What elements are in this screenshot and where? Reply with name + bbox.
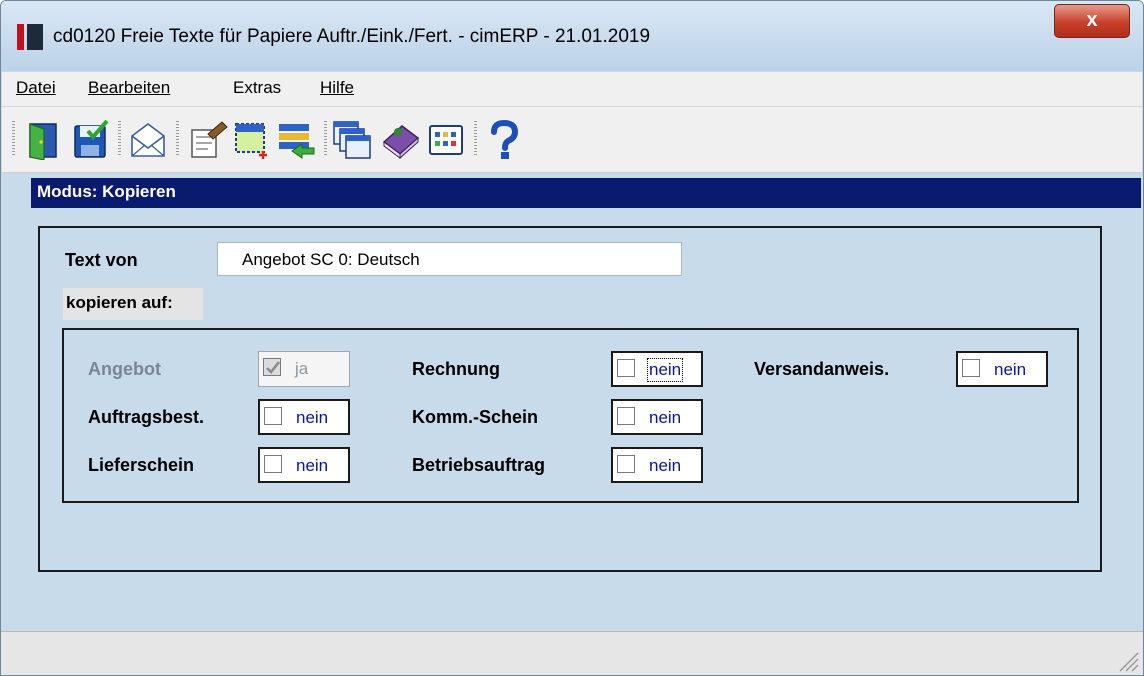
menu-hilfe[interactable]: Hilfe bbox=[320, 78, 354, 98]
book-icon[interactable] bbox=[380, 120, 420, 160]
checkbox-value: nein bbox=[296, 456, 329, 475]
text-from-value: Angebot SC 0: Deutsch bbox=[242, 250, 420, 269]
checkbox-square bbox=[617, 359, 635, 377]
mode-bar: Modus: Kopieren bbox=[31, 178, 1141, 208]
import-list-icon[interactable] bbox=[276, 120, 316, 160]
edit-notes-icon[interactable] bbox=[188, 120, 228, 160]
application-window: cd0120 Freie Texte für Papiere Auftr./Ei… bbox=[0, 0, 1144, 676]
menu-datei[interactable]: Datei bbox=[16, 78, 56, 98]
email-icon[interactable] bbox=[128, 120, 168, 160]
checkbox-value: nein bbox=[649, 408, 682, 427]
checkbox-value: nein bbox=[649, 456, 682, 475]
checkbox-square bbox=[617, 407, 635, 425]
lieferschein-label: Lieferschein bbox=[88, 455, 195, 475]
versandanweis-checkbox[interactable]: nein bbox=[956, 351, 1048, 387]
toolbar-separator bbox=[118, 121, 121, 157]
help-icon[interactable] bbox=[484, 120, 524, 160]
checkbox-square bbox=[264, 407, 282, 425]
text-from-label: Text von bbox=[65, 250, 138, 270]
close-button[interactable]: x bbox=[1054, 4, 1130, 38]
rechnung-checkbox[interactable]: nein bbox=[611, 351, 703, 387]
toolbar-grip[interactable] bbox=[12, 121, 15, 157]
checkbox-square bbox=[264, 455, 282, 473]
resize-grip-icon[interactable] bbox=[1116, 649, 1140, 673]
window-title: cd0120 Freie Texte für Papiere Auftr./Ei… bbox=[53, 26, 651, 47]
app-logo-icon bbox=[17, 24, 43, 50]
checkmark-icon bbox=[266, 361, 281, 374]
checkbox-value: nein bbox=[296, 408, 329, 427]
status-bar bbox=[1, 631, 1143, 675]
text-from-field[interactable]: Angebot SC 0: Deutsch bbox=[217, 242, 682, 276]
auftragsbest-checkbox[interactable]: nein bbox=[258, 399, 350, 435]
lieferschein-checkbox[interactable]: nein bbox=[258, 447, 350, 483]
targets-group bbox=[62, 328, 1079, 503]
checkbox-value: nein bbox=[646, 358, 684, 382]
toolbar bbox=[2, 107, 1142, 173]
menu-bearbeiten[interactable]: Bearbeiten bbox=[88, 78, 170, 98]
menu-extras[interactable]: Extras bbox=[233, 78, 281, 98]
checkbox-value: nein bbox=[994, 360, 1027, 379]
auftragsbest-label: Auftragsbest. bbox=[88, 407, 205, 427]
checkbox-square bbox=[617, 455, 635, 473]
copy-to-text: kopieren auf: bbox=[66, 293, 173, 312]
select-window-icon[interactable] bbox=[232, 120, 272, 160]
angebot-label: Angebot bbox=[88, 359, 161, 379]
copy-windows-icon[interactable] bbox=[332, 120, 372, 160]
copy-to-label: kopieren auf: bbox=[63, 288, 203, 320]
checkbox-square bbox=[962, 359, 980, 377]
rechnung-label: Rechnung bbox=[412, 359, 500, 379]
betriebsauftrag-label: Betriebsauftrag bbox=[412, 455, 546, 475]
mode-label: Modus: Kopieren bbox=[37, 182, 176, 201]
checkbox-square bbox=[263, 358, 281, 376]
angebot-checkbox[interactable]: ja bbox=[258, 351, 350, 387]
betriebsauftrag-checkbox[interactable]: nein bbox=[611, 447, 703, 483]
kommschein-label: Komm.-Schein bbox=[412, 407, 539, 427]
menu-bar: Datei Bearbeiten Extras Hilfe bbox=[2, 72, 1142, 107]
save-icon[interactable] bbox=[70, 120, 110, 160]
checkbox-value: ja bbox=[295, 359, 309, 378]
toolbar-separator bbox=[176, 121, 179, 157]
close-icon: x bbox=[1086, 9, 1098, 31]
kommschein-checkbox[interactable]: nein bbox=[611, 399, 703, 435]
grid-view-icon[interactable] bbox=[426, 120, 466, 160]
toolbar-separator bbox=[474, 121, 477, 157]
title-bar[interactable]: cd0120 Freie Texte für Papiere Auftr./Ei… bbox=[1, 1, 1143, 71]
versandanweis-label: Versandanweis. bbox=[754, 359, 890, 379]
exit-door-icon[interactable] bbox=[24, 120, 64, 160]
toolbar-separator bbox=[324, 121, 327, 157]
